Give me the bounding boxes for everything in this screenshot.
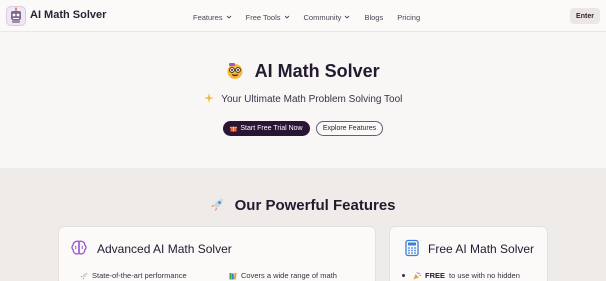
bullet-dot bbox=[402, 274, 405, 277]
nav-item-label: Community bbox=[303, 12, 342, 22]
hero-subtitle-row: Your Ultimate Math Problem Solving Tool bbox=[0, 93, 606, 105]
feature-bullet: Covers a wide range of math bbox=[229, 271, 337, 280]
nav-item-label: Blogs bbox=[364, 12, 384, 22]
chevron-down-icon bbox=[345, 15, 350, 19]
nav-item-label: Features bbox=[193, 12, 223, 22]
page-title: AI Math Solver bbox=[254, 61, 380, 81]
feature-card-advanced: Advanced AI Math Solver State-of-the-art… bbox=[58, 226, 376, 281]
brain-icon bbox=[71, 240, 87, 255]
features-title: Our Powerful Features bbox=[234, 197, 396, 214]
main-nav: Features Free Tools Community Blogs Pric… bbox=[193, 11, 420, 23]
nav-item-community[interactable]: Community bbox=[304, 11, 351, 23]
nerd-face-emoji-icon bbox=[227, 63, 243, 79]
hero-title-row: AI Math Solver bbox=[0, 61, 606, 82]
start-free-trial-label: Start Free Trial Now bbox=[240, 125, 303, 132]
features-section: Our Powerful Features Advanced AI Math S… bbox=[0, 168, 606, 281]
feature-bullet-bold: FREE bbox=[425, 271, 446, 280]
nav-item-pricing[interactable]: Pricing bbox=[397, 11, 420, 23]
robot-logo-icon bbox=[11, 7, 21, 23]
feature-card-title: Advanced AI Math Solver bbox=[97, 242, 232, 256]
enter-button[interactable]: Enter bbox=[570, 8, 600, 24]
feature-card-free: Free AI Math Solver FREE to use with no … bbox=[389, 226, 548, 281]
feature-bullet-text: Covers a wide range of math bbox=[241, 271, 337, 280]
start-free-trial-button[interactable]: Start Free Trial Now bbox=[223, 121, 310, 136]
top-navigation-bar: AI Math Solver Features Free Tools Commu… bbox=[0, 0, 606, 32]
explore-features-button[interactable]: Explore Features bbox=[316, 121, 383, 136]
hero-section: AI Math Solver Your Ultimate Math Proble… bbox=[0, 32, 606, 168]
chevron-down-icon bbox=[226, 15, 231, 19]
features-title-row: Our Powerful Features bbox=[0, 197, 606, 214]
gift-icon bbox=[230, 126, 238, 132]
nav-item-blogs[interactable]: Blogs bbox=[364, 11, 383, 23]
rocket-icon bbox=[80, 272, 88, 279]
feature-bullet-text: to use with no hidden bbox=[449, 271, 520, 280]
nav-item-label: Pricing bbox=[397, 12, 421, 22]
feature-bullet: State-of-the-art performance bbox=[80, 271, 187, 280]
hero-subtitle: Your Ultimate Math Problem Solving Tool bbox=[221, 94, 403, 105]
books-icon bbox=[229, 272, 237, 280]
party-popper-icon bbox=[413, 271, 421, 279]
brand-name[interactable]: AI Math Solver bbox=[30, 9, 106, 21]
chevron-down-icon bbox=[284, 15, 289, 19]
nav-item-free-tools[interactable]: Free Tools bbox=[246, 11, 290, 23]
sparkles-icon bbox=[203, 93, 214, 103]
brand-logo[interactable] bbox=[6, 6, 26, 26]
feature-bullet: FREE to use with no hidden bbox=[402, 271, 520, 280]
rocket-icon bbox=[211, 199, 224, 211]
feature-bullet-text: State-of-the-art performance bbox=[92, 271, 187, 280]
feature-card-title: Free AI Math Solver bbox=[428, 242, 535, 256]
calculator-icon bbox=[405, 239, 419, 257]
nav-item-label: Free Tools bbox=[245, 12, 281, 22]
nav-item-features[interactable]: Features bbox=[193, 11, 232, 23]
